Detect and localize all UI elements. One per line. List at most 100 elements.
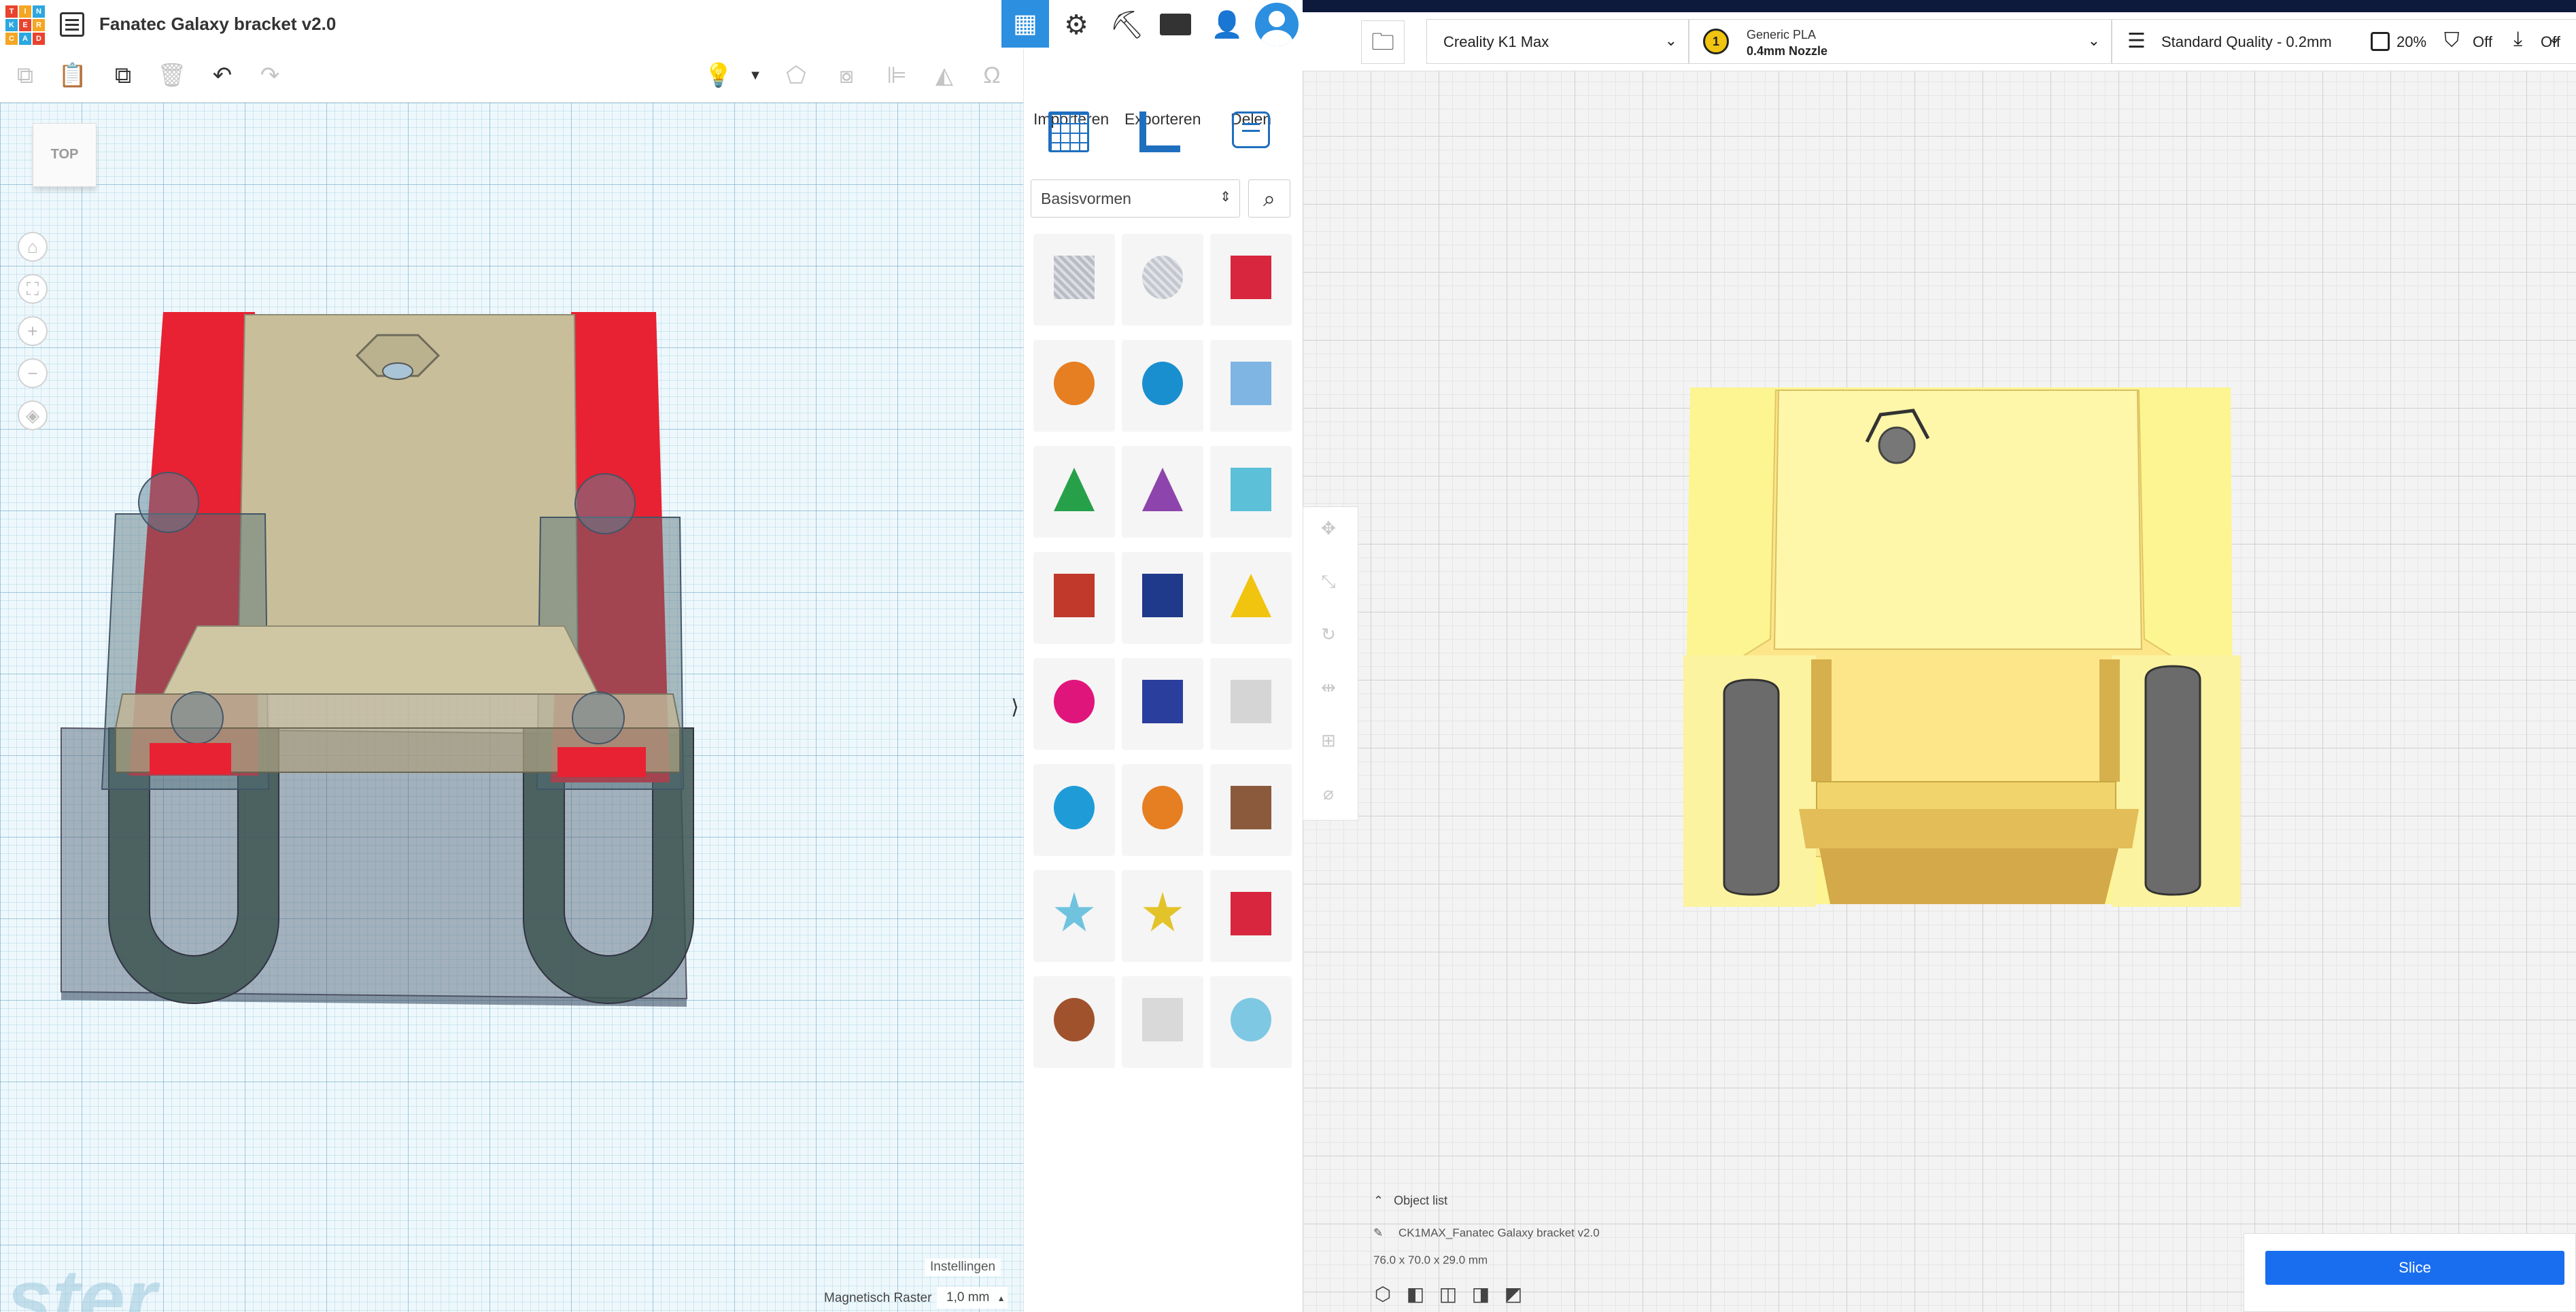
ruler-icon[interactable] — [1139, 111, 1180, 152]
cura-model[interactable] — [1683, 381, 2241, 911]
mirror-icon[interactable]: ◭ — [929, 60, 960, 91]
logo-letter: D — [33, 33, 45, 45]
support-icon: ⛉ — [2444, 29, 2460, 52]
shape-paraboloid[interactable] — [1210, 658, 1292, 750]
scale-icon[interactable]: ⤡ — [1313, 566, 1343, 596]
redo-icon[interactable]: ↷ — [254, 60, 286, 91]
workplane-icon[interactable] — [1048, 111, 1089, 152]
printer-name: Creality K1 Max — [1443, 33, 1549, 50]
grid-view-icon[interactable]: ▦ — [1001, 0, 1049, 48]
settings-button[interactable]: Instellingen — [925, 1258, 1001, 1276]
shape-cone[interactable] — [1122, 446, 1203, 538]
group-icon[interactable]: ⬠ — [780, 60, 812, 91]
material-selector[interactable]: 1 Generic PLA 0.4mm Nozzle ⌄ — [1689, 19, 2112, 64]
left-view-icon[interactable]: ◨ — [1470, 1283, 1492, 1305]
shape-icosahedron[interactable] — [1210, 870, 1292, 962]
snap-grid-label: Magnetisch Raster — [824, 1291, 932, 1305]
shape-wedge[interactable] — [1122, 552, 1203, 644]
chevron-down-icon: ⌄ — [1664, 32, 1677, 49]
duplicate-icon[interactable]: ⧉ — [107, 60, 139, 91]
magnet-icon[interactable]: Ω — [976, 60, 1008, 91]
pickaxe-icon[interactable]: ⛏ — [1110, 8, 1144, 42]
shape-gem[interactable] — [1210, 976, 1292, 1068]
infill-icon — [2371, 32, 2390, 51]
extruder-badge: 1 — [1703, 29, 1729, 54]
copy-icon[interactable]: ⧉ — [10, 60, 41, 91]
notes-icon[interactable] — [1232, 111, 1270, 148]
shape-cylinder[interactable] — [1033, 340, 1115, 432]
project-title[interactable]: Fanatec Galaxy bracket v2.0 — [99, 14, 336, 35]
front-view-icon[interactable]: ◧ — [1405, 1283, 1426, 1305]
workplane-viewport[interactable]: TOP ⌂ ⛶ + − ◈ ⟩ ster Instellingen Magnet… — [0, 103, 1023, 1312]
shape-box-hole[interactable] — [1033, 234, 1115, 326]
3d-view-icon[interactable]: ⬡ — [1372, 1283, 1394, 1305]
shape-sphere[interactable] — [1122, 340, 1203, 432]
top-view-icon[interactable]: ◫ — [1437, 1283, 1459, 1305]
shape-star-gold[interactable] — [1122, 870, 1203, 962]
slice-button[interactable]: Slice — [2265, 1251, 2564, 1285]
object-list-toggle[interactable]: ⌃ Object list — [1373, 1194, 1447, 1208]
snap-grid-select[interactable]: 1,0 mm ▲ — [937, 1287, 1008, 1309]
torus-icon — [1054, 786, 1095, 829]
object-row[interactable]: ✎ CK1MAX_Fanatec Galaxy bracket v2.0 — [1373, 1226, 1600, 1240]
collapse-panel-button[interactable]: ⟩ — [1008, 693, 1023, 723]
shape-heart[interactable] — [1210, 764, 1292, 856]
shape-pyramid[interactable] — [1210, 552, 1292, 644]
delete-icon[interactable]: 🗑 — [156, 60, 188, 91]
box-hole-icon — [1054, 256, 1095, 299]
shape-polygon[interactable] — [1122, 658, 1203, 750]
logo-letter: K — [5, 19, 18, 31]
paste-icon[interactable]: 📋 — [57, 60, 88, 91]
shape-round-roof[interactable] — [1210, 446, 1292, 538]
list-icon[interactable] — [60, 12, 84, 37]
shape-text[interactable] — [1033, 552, 1115, 644]
tinkercad-logo[interactable]: T I N K E R C A D — [5, 5, 45, 45]
add-user-icon[interactable]: 👤 — [1210, 8, 1244, 42]
ungroup-icon[interactable]: ⧇ — [831, 60, 862, 91]
tinker-gear-icon[interactable]: ⚙ — [1059, 8, 1093, 42]
round-roof-icon — [1231, 468, 1271, 511]
shape-scribble[interactable] — [1210, 340, 1292, 432]
header-chevron[interactable]: ⌄ — [2548, 30, 2560, 48]
shape-roof[interactable] — [1033, 446, 1115, 538]
print-settings-selector[interactable]: ☰ Standard Quality - 0.2mm 20% ⛉ Off ⤓ O… — [2112, 19, 2576, 64]
move-icon[interactable]: ✥ — [1313, 513, 1343, 543]
material-name: Generic PLA — [1747, 28, 1817, 41]
pencil-icon: ✎ — [1373, 1226, 1384, 1239]
avatar-icon[interactable] — [1255, 3, 1299, 46]
shapes-panel: Importeren Exporteren Delen Basisvormen … — [1023, 49, 1303, 1312]
folder-icon[interactable]: 🗀 — [1361, 20, 1405, 64]
shape-category-select[interactable]: Basisvormen ⇕ — [1031, 179, 1240, 218]
chevron-up-icon: ▲ — [997, 1294, 1006, 1303]
select-arrows-icon: ⇕ — [1220, 190, 1231, 205]
search-icon[interactable]: ⌕ — [1248, 179, 1290, 218]
shape-cylinder-hole[interactable] — [1122, 234, 1203, 326]
bracket-model[interactable] — [0, 103, 1023, 1312]
shape-category-value: Basisvormen — [1041, 190, 1131, 207]
rotate-icon[interactable]: ↻ — [1313, 619, 1343, 649]
shape-box[interactable] — [1210, 234, 1292, 326]
support-blocker-icon[interactable]: ⌀ — [1313, 778, 1343, 808]
dropdown-icon[interactable]: ▼ — [740, 60, 771, 91]
shape-tube[interactable] — [1122, 764, 1203, 856]
adhesion-icon: ⤓ — [2513, 28, 2523, 50]
right-view-icon[interactable]: ◩ — [1502, 1283, 1524, 1305]
logo-letter: T — [5, 5, 18, 18]
bricks-icon[interactable] — [1160, 14, 1191, 35]
shape-star[interactable] — [1033, 870, 1115, 962]
object-dimensions: 76.0 x 70.0 x 29.0 mm — [1373, 1254, 1488, 1266]
text-icon — [1054, 574, 1095, 617]
shape-rounded-box[interactable] — [1122, 976, 1203, 1068]
shape-ring[interactable] — [1033, 976, 1115, 1068]
light-icon[interactable]: 💡 — [703, 60, 734, 91]
shape-half-sphere[interactable] — [1033, 658, 1115, 750]
per-model-settings-icon[interactable]: ⊞ — [1313, 725, 1343, 755]
undo-icon[interactable]: ↶ — [207, 60, 238, 91]
mirror-icon[interactable]: ⇹ — [1313, 672, 1343, 702]
align-icon[interactable]: ⊫ — [881, 60, 912, 91]
printer-selector[interactable]: Creality K1 Max ⌄ — [1426, 19, 1689, 64]
shape-torus[interactable] — [1033, 764, 1115, 856]
cylinder-icon — [1054, 362, 1095, 405]
cone-icon — [1142, 468, 1183, 511]
object-list-label: Object list — [1394, 1194, 1448, 1207]
